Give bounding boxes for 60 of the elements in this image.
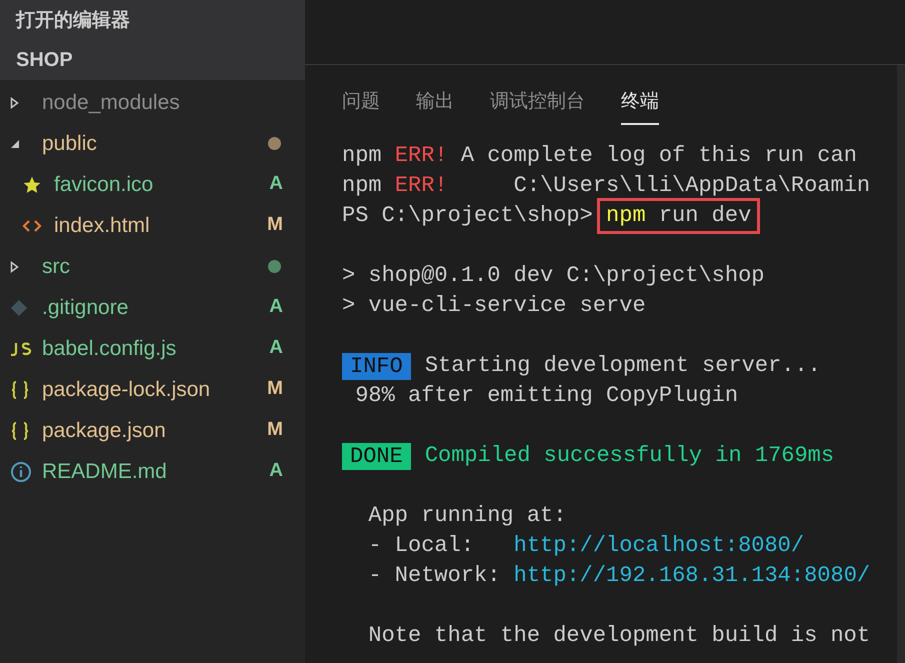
git-status-letter: M	[267, 418, 283, 442]
url-link[interactable]: http://localhost:8080/	[514, 531, 804, 561]
git-status-letter: A	[269, 295, 283, 320]
terminal-line: Compiled successfully in 1769ms	[424, 442, 834, 470]
collapsed-caret-icon[interactable]	[10, 96, 19, 108]
file-row[interactable]: package-lock.json M	[0, 369, 305, 410]
url-link[interactable]: http://192.168.31.134:8080/	[514, 561, 870, 591]
log-level-badge: INFO	[342, 352, 411, 380]
git-status-letter: A	[269, 336, 283, 360]
js-icon	[10, 342, 32, 356]
folder-row[interactable]: public	[0, 123, 305, 164]
panel-tab[interactable]: 调试控制台	[490, 86, 585, 125]
panel-tab[interactable]: 输出	[416, 86, 454, 125]
terminal-line: App running at:	[367, 502, 568, 530]
git-status-letter: M	[267, 377, 283, 402]
terminal-line: > vue-cli-service serve	[342, 292, 647, 320]
open-editors-header[interactable]: 打开的编辑器	[0, 0, 305, 40]
code-brackets-icon	[22, 218, 42, 234]
terminal-line: npm ERR! C:\Users\lli\AppData\Roamin	[342, 172, 872, 200]
terminal-prompt: PS C:\project\shop>	[342, 202, 594, 230]
file-name: package-lock.json	[42, 376, 212, 403]
file-row[interactable]: README.md A	[0, 451, 305, 492]
info-icon	[10, 460, 32, 482]
file-name: README.md	[42, 458, 168, 485]
file-row[interactable]: favicon.ico A	[0, 164, 305, 205]
folder-row[interactable]: src	[0, 246, 305, 287]
curly-braces-icon	[10, 380, 30, 400]
file-name: .gitignore	[42, 294, 130, 321]
terminal-line: Note that the development build is not	[367, 622, 872, 650]
file-name: package.json	[42, 418, 167, 444]
curly-braces-icon	[10, 420, 30, 440]
terminal-label: - Network:	[367, 562, 502, 590]
diamond-icon	[10, 298, 28, 316]
terminal-line: npm ERR! A complete log of this run can	[342, 142, 858, 170]
file-name: src	[42, 254, 71, 280]
terminal-label: - Local:	[367, 532, 476, 560]
git-status-letter: A	[269, 459, 283, 484]
terminal-command: npm run dev	[597, 198, 760, 234]
file-name: node_modules	[42, 90, 181, 116]
star-icon	[22, 174, 42, 194]
file-name: favicon.ico	[54, 172, 154, 198]
panel-tab[interactable]: 终端	[621, 86, 659, 125]
file-name: babel.config.js	[42, 336, 178, 362]
file-name: index.html	[54, 212, 151, 239]
file-row[interactable]: index.html M	[0, 205, 305, 246]
file-row[interactable]: babel.config.js A	[0, 328, 305, 369]
log-level-badge: DONE	[342, 442, 411, 470]
panel-tab[interactable]: 问题	[342, 86, 380, 125]
file-row[interactable]: package.json M	[0, 410, 305, 451]
file-row[interactable]: .gitignore A	[0, 287, 305, 328]
expanded-caret-icon[interactable]	[10, 138, 20, 148]
git-status-letter: A	[269, 172, 283, 196]
git-status-letter: M	[267, 213, 283, 238]
terminal-line: > shop@0.1.0 dev C:\project\shop	[342, 262, 766, 290]
file-name: public	[42, 130, 98, 157]
folder-header[interactable]: SHOP	[0, 40, 305, 80]
folder-row[interactable]: node_modules	[0, 82, 305, 123]
collapsed-caret-icon[interactable]	[10, 260, 19, 272]
terminal-line: Starting development server...	[424, 352, 821, 380]
terminal-line: 98% after emitting CopyPlugin	[354, 382, 740, 410]
